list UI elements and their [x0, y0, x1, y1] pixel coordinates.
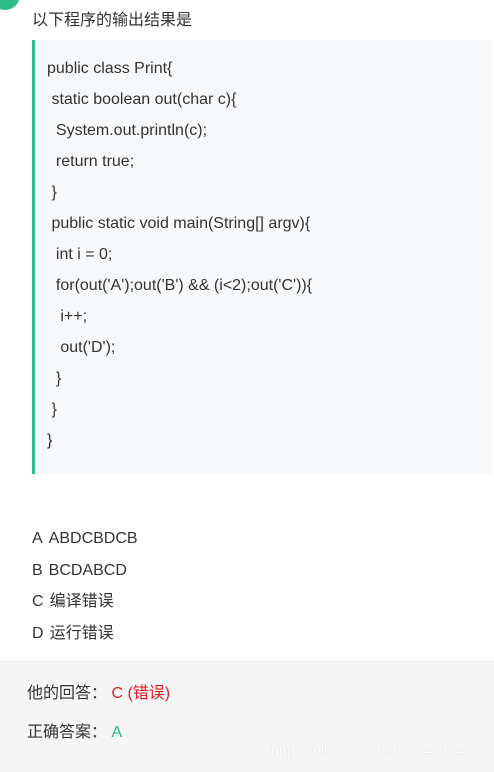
- answer-options: A ABDCBDCB B BCDABCD C 编译错误 D 运行错误: [32, 528, 138, 654]
- option-a[interactable]: A ABDCBDCB: [32, 528, 138, 560]
- user-answer-value: C (错误): [111, 685, 171, 702]
- option-letter: A: [32, 530, 43, 547]
- question-title: 以下程序的输出结果是: [32, 12, 193, 29]
- correct-answer-row: 正确答案： A: [27, 718, 122, 742]
- code-line: }: [47, 432, 53, 449]
- code-line: public static void main(String[] argv){: [47, 215, 311, 232]
- code-line: static boolean out(char c){: [47, 91, 237, 108]
- option-text: BCDABCD: [48, 561, 127, 579]
- code-line: int i = 0;: [47, 246, 113, 263]
- option-text: 编译错误: [49, 593, 114, 610]
- option-letter: C: [32, 593, 44, 610]
- code-line: i++;: [47, 308, 88, 325]
- question-number-badge: [0, 0, 20, 10]
- option-b[interactable]: B BCDABCD: [32, 560, 138, 592]
- code-line: }: [47, 184, 57, 201]
- code-line: }: [47, 401, 57, 418]
- user-answer-label: 他的回答：: [27, 685, 108, 702]
- option-text: 运行错误: [49, 624, 114, 642]
- option-letter: B: [32, 561, 43, 579]
- code-line: for(out('A');out('B') && (i<2);out('C'))…: [47, 277, 313, 294]
- code-line: System.out.println(c);: [47, 122, 208, 139]
- code-line: public class Print{: [47, 60, 173, 77]
- watermark: https://blog.csdn.net/qq_45914985: [271, 742, 486, 758]
- correct-answer-value: A: [111, 724, 123, 741]
- option-c[interactable]: C 编译错误: [32, 591, 138, 623]
- correct-answer-label: 正确答案：: [27, 724, 108, 741]
- option-d[interactable]: D 运行错误: [32, 623, 138, 655]
- option-text: ABDCBDCB: [48, 530, 138, 547]
- code-line: return true;: [47, 153, 135, 170]
- code-line: }: [47, 370, 62, 387]
- option-letter: D: [32, 624, 44, 642]
- code-block: public class Print{ static boolean out(c…: [32, 40, 492, 474]
- code-line: out('D');: [47, 339, 116, 356]
- user-answer-row: 他的回答： C (错误): [27, 679, 170, 703]
